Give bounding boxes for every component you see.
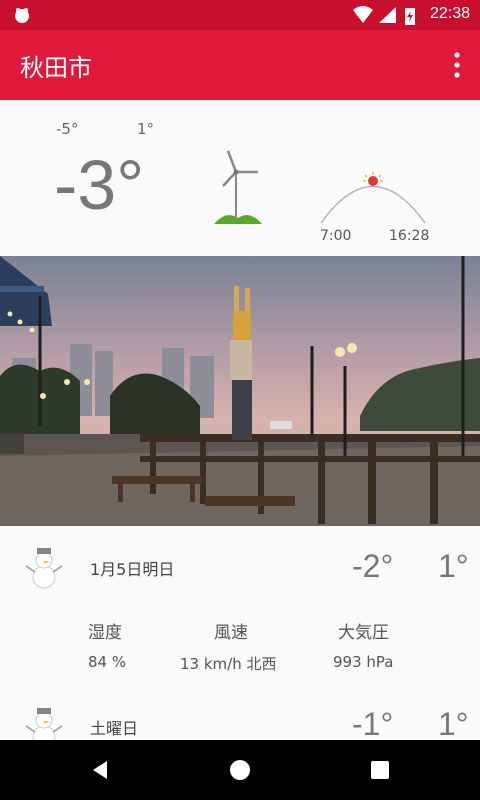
signal-icon [379, 7, 396, 23]
forecast-high-temp: 1° [438, 706, 469, 740]
city-photo [0, 256, 480, 526]
status-time: 22:38 [429, 5, 470, 22]
today-high-temp: 1° [137, 120, 155, 138]
snowman-icon [25, 548, 63, 589]
sunrise-time: 7:00 [320, 228, 352, 244]
status-bar: 22:38 [0, 0, 480, 30]
forecast-low-temp: -2° [352, 548, 394, 584]
city-title: 秋田市 [20, 54, 92, 82]
humidity-value: 84 % [88, 653, 127, 671]
wind-speed-label: 風速 [214, 623, 248, 643]
home-icon[interactable] [229, 759, 251, 781]
wind-speed-value: 13 km/h 北西 [180, 655, 277, 673]
current-temperature: -3° [54, 146, 145, 224]
sunset-time: 16:28 [389, 228, 430, 244]
pressure-value: 993 hPa [333, 653, 394, 671]
battery-charging-icon [405, 8, 415, 25]
current-weather-panel: -5° 1° -3° 7:00 16:28 [0, 100, 480, 256]
forecast-day-2[interactable]: 土曜日 -1° 1° [0, 700, 480, 740]
humidity-label: 湿度 [88, 623, 122, 643]
navigation-bar [0, 740, 480, 800]
forecast-low-temp: -1° [352, 706, 394, 740]
recents-icon[interactable] [370, 760, 390, 780]
sun-arc-icon [320, 172, 426, 224]
overflow-menu-icon[interactable] [448, 50, 466, 80]
forecast-day-label: 土曜日 [90, 719, 139, 738]
app-bar: 秋田市 [0, 30, 480, 100]
notification-icon [15, 8, 29, 23]
wind-turbine-icon [214, 150, 262, 224]
wifi-icon [353, 6, 373, 23]
pressure-label: 大気圧 [338, 623, 389, 643]
back-icon[interactable] [89, 759, 111, 781]
forecast-day-label: 1月5日明日 [90, 560, 175, 579]
forecast-high-temp: 1° [438, 548, 469, 584]
today-low-temp: -5° [56, 120, 79, 138]
snowman-icon [25, 708, 63, 740]
